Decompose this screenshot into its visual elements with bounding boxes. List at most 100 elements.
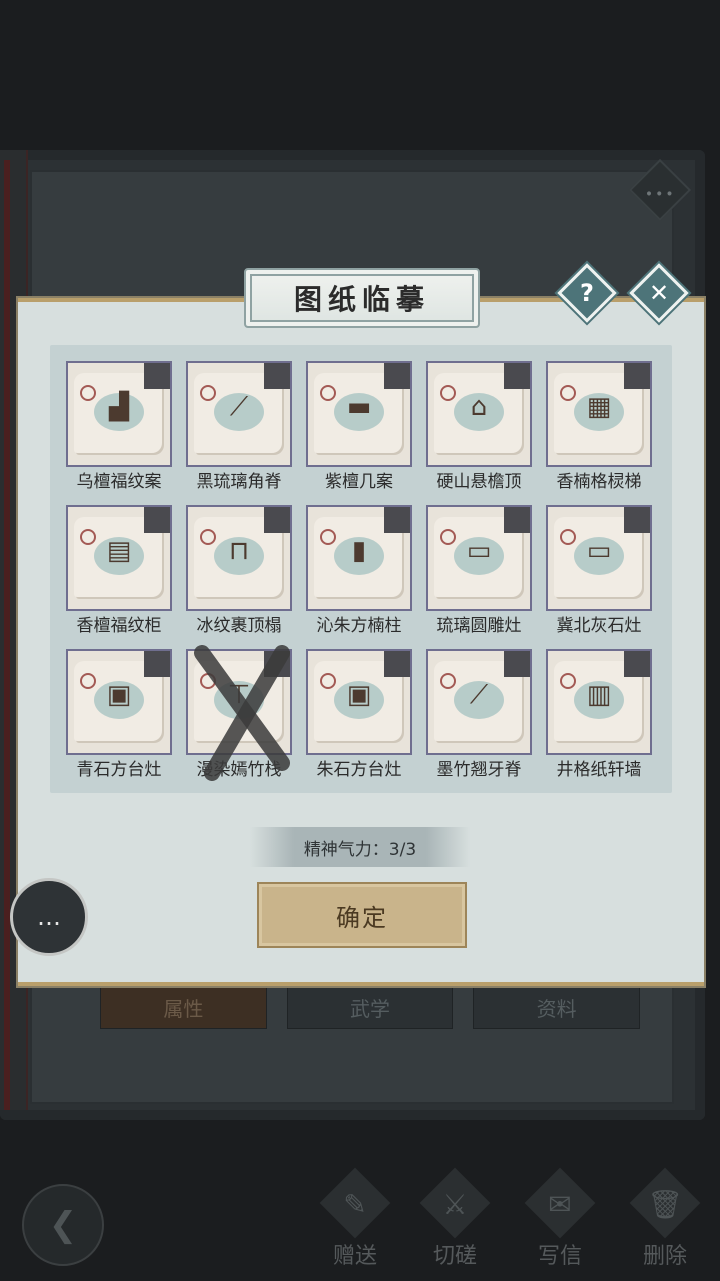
blueprint-card[interactable]: ▬ <box>306 361 412 467</box>
back-button[interactable]: ❮ <box>22 1184 104 1266</box>
blueprint-item[interactable]: ▣ 青石方台灶 <box>66 649 172 793</box>
blueprint-item[interactable]: ▥ 井格纸轩墙 <box>546 649 652 793</box>
blueprint-card[interactable]: ▦ <box>546 361 652 467</box>
chat-button[interactable]: … <box>10 878 88 956</box>
blueprint-label: 香楠格棂梯 <box>556 472 642 492</box>
corner-marker <box>384 507 410 533</box>
back-arrow-icon: ❮ <box>48 1205 78 1245</box>
blueprint-label: 朱石方台灶 <box>316 760 402 780</box>
blueprint-card[interactable]: ⊓ <box>186 505 292 611</box>
blueprint-label: 冰纹裹顶榻 <box>196 616 282 636</box>
blueprint-item[interactable]: ▭ 冀北灰石灶 <box>546 505 652 649</box>
square-stove-icon: ▣ <box>346 680 372 710</box>
close-icon: ✕ <box>648 279 670 307</box>
stamina-bar: 精神气力：3/3 <box>250 827 470 867</box>
blueprint-grid-panel: ▟ 乌檀福纹案 ⟋ 黑琉璃角脊 ▬ 紫檀几案 ⌂ 硬山悬檐顶 ▦ 香楠格棂梯 ▤ 香檀福纹柜 ⊓ 冰纹裹顶… <box>50 345 672 793</box>
stamina-label: 精神气力：3/3 <box>303 839 417 860</box>
blueprint-item[interactable]: ⌂ 硬山悬檐顶 <box>426 361 532 505</box>
delete-button[interactable]: 🗑 删除 <box>620 1167 710 1272</box>
seal-stamp <box>200 529 216 545</box>
square-stove-icon: ▣ <box>106 680 132 710</box>
dialog-title: 图纸临摹 <box>293 283 430 316</box>
ellipsis-icon: ••• <box>644 186 676 203</box>
blueprint-item[interactable]: ▭ 琉璃圆雕灶 <box>426 505 532 649</box>
confirm-button[interactable]: 确定 <box>257 882 467 948</box>
corner-marker <box>384 363 410 389</box>
bamboo-rack-icon: ⊤ <box>227 680 251 710</box>
seal-stamp <box>320 529 336 545</box>
seal-stamp <box>200 385 216 401</box>
blueprint-label: 香檀福纹柜 <box>76 616 162 636</box>
corner-marker <box>264 363 290 389</box>
seal-stamp <box>200 673 216 689</box>
lattice-wall-icon: ▥ <box>586 680 612 710</box>
blueprint-item[interactable]: ▣ 朱石方台灶 <box>306 649 412 793</box>
corner-marker <box>264 507 290 533</box>
blueprint-label: 墨竹翘牙脊 <box>436 760 522 780</box>
seal-stamp <box>320 673 336 689</box>
tab-attributes[interactable]: 属性 <box>100 985 267 1029</box>
blueprint-label: 硬山悬檐顶 <box>436 472 522 492</box>
write-letter-button[interactable]: ✉ 写信 <box>515 1167 605 1272</box>
gift-button[interactable]: ✎ 赠送 <box>310 1167 400 1272</box>
blueprint-card[interactable]: ▭ <box>426 505 532 611</box>
blueprint-item[interactable]: ▬ 紫檀几案 <box>306 361 412 505</box>
corner-marker <box>384 651 410 677</box>
roof-ridge-icon: ⟋ <box>229 392 249 422</box>
blueprint-grid: ▟ 乌檀福纹案 ⟋ 黑琉璃角脊 ▬ 紫檀几案 ⌂ 硬山悬檐顶 ▦ 香楠格棂梯 ▤ 香檀福纹柜 ⊓ 冰纹裹顶… <box>66 361 652 793</box>
blueprint-label: 井格纸轩墙 <box>556 760 642 780</box>
blueprint-item[interactable]: ▦ 香楠格棂梯 <box>546 361 652 505</box>
spar-button[interactable]: ⚔ 切磋 <box>410 1167 500 1272</box>
corner-marker <box>624 507 650 533</box>
canopy-bed-icon: ⊓ <box>228 536 250 566</box>
corner-marker <box>624 363 650 389</box>
gift-label: 赠送 <box>332 1244 377 1269</box>
corner-marker <box>504 363 530 389</box>
blueprint-label: 乌檀福纹案 <box>76 472 162 492</box>
blueprint-label: 青石方台灶 <box>76 760 162 780</box>
blueprint-card[interactable]: ▣ <box>66 649 172 755</box>
blueprint-card[interactable]: ⟋ <box>426 649 532 755</box>
blueprint-item[interactable]: ⟋ 黑琉璃角脊 <box>186 361 292 505</box>
chat-icon: … <box>37 903 61 931</box>
corner-marker <box>264 651 290 677</box>
seal-stamp <box>560 673 576 689</box>
blueprint-card[interactable]: ▣ <box>306 649 412 755</box>
dialog-title-plaque: 图纸临摹 <box>244 268 480 328</box>
seal-stamp <box>80 385 96 401</box>
tab-profile[interactable]: 资料 <box>473 985 641 1029</box>
blueprint-card[interactable]: ⟋ <box>186 361 292 467</box>
seal-stamp <box>440 529 456 545</box>
cabinet-icon: ▤ <box>106 536 132 566</box>
seal-stamp <box>560 385 576 401</box>
roof-ridge-icon: ⟋ <box>469 680 489 710</box>
blueprint-card[interactable]: ▤ <box>66 505 172 611</box>
corner-marker <box>144 507 170 533</box>
blueprint-card[interactable]: ▭ <box>546 505 652 611</box>
blueprint-item[interactable]: ⟋ 墨竹翘牙脊 <box>426 649 532 793</box>
blueprint-card[interactable]: ⊤ <box>186 649 292 755</box>
blueprint-label: 黑琉璃角脊 <box>196 472 282 492</box>
blueprint-item[interactable]: ▮ 沁朱方楠柱 <box>306 505 412 649</box>
blueprint-item[interactable]: ⊤ 漫染嫣竹栈 <box>186 645 292 793</box>
blueprint-card[interactable]: ⌂ <box>426 361 532 467</box>
seal-stamp <box>560 529 576 545</box>
blueprint-item[interactable]: ▤ 香檀福纹柜 <box>66 505 172 649</box>
background-tabs: 属性 武学 资料 <box>100 985 641 1029</box>
blueprint-label: 漫染嫣竹栈 <box>196 760 282 780</box>
blueprint-item[interactable]: ▟ 乌檀福纹案 <box>66 361 172 505</box>
stone-stove-icon: ▭ <box>586 536 612 566</box>
seal-stamp <box>440 673 456 689</box>
blueprint-item[interactable]: ⊓ 冰纹裹顶榻 <box>186 505 292 649</box>
pillar-icon: ▮ <box>351 536 367 566</box>
trash-icon: 🗑 <box>647 1188 683 1221</box>
scroll-icon: ✎ <box>343 1188 367 1221</box>
corner-marker <box>624 651 650 677</box>
tab-martial-arts[interactable]: 武学 <box>286 985 454 1029</box>
blueprint-label: 琉璃圆雕灶 <box>436 616 522 636</box>
corner-marker <box>504 507 530 533</box>
blueprint-card[interactable]: ▮ <box>306 505 412 611</box>
blueprint-card[interactable]: ▟ <box>66 361 172 467</box>
letter-icon: ✉ <box>548 1188 572 1221</box>
blueprint-card[interactable]: ▥ <box>546 649 652 755</box>
